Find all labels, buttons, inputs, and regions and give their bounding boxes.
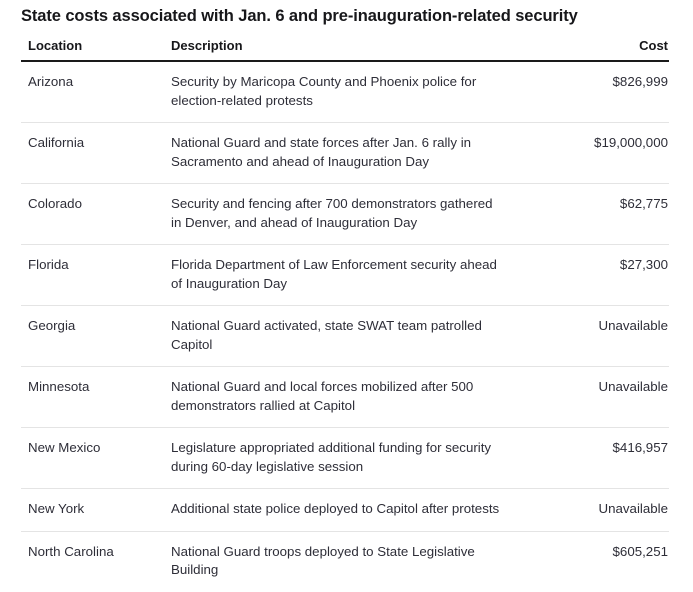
cell-location: New Mexico — [21, 427, 164, 489]
cell-description: National Guard troops deployed to State … — [171, 543, 475, 578]
cell-location: California — [21, 122, 164, 184]
cell-location: Florida — [21, 244, 164, 306]
cell-cost: Unavailable — [522, 305, 669, 367]
cell-description: Security and fencing after 700 demonstra… — [164, 183, 522, 245]
cell-description: Florida Department of Law Enforcement se… — [164, 244, 522, 306]
cell-cost: Unavailable — [522, 366, 669, 428]
table-row: New Mexico Legislature appropriated addit… — [21, 427, 669, 489]
cell-cost: $27,300 — [522, 244, 669, 306]
cell-cost: $826,999 — [522, 61, 669, 123]
column-header-location[interactable]: Location — [21, 38, 164, 62]
table-row: Arizona Security by Maricopa County and P… — [21, 61, 669, 123]
cell-location: Colorado — [21, 183, 164, 245]
cell-description: National Guard and state forces after Ja… — [164, 122, 522, 184]
cell-cost: $62,775 — [522, 183, 669, 245]
table-body: Arizona Security by Maricopa County and P… — [21, 61, 669, 592]
cell-location: North Carolina — [28, 543, 114, 559]
column-header-cost[interactable]: Cost — [522, 38, 669, 62]
table-row: Minnesota National Guard and local forces… — [21, 366, 669, 428]
cell-description: Security by Maricopa County and Phoenix … — [164, 61, 522, 123]
state-costs-table: Location Description Cost Arizona Securit… — [21, 38, 669, 592]
cell-cost: $416,957 — [522, 427, 669, 489]
table-row: Colorado Security and fencing after 700 d… — [21, 183, 669, 245]
table-row: New York Additional state police deployed… — [21, 488, 669, 532]
table-row: California National Guard and state force… — [21, 122, 669, 184]
cell-location: Minnesota — [21, 366, 164, 428]
cell-description: National Guard activated, state SWAT tea… — [164, 305, 522, 367]
table-row: Georgia National Guard activated, state S… — [21, 305, 669, 367]
table-header-row: Location Description Cost — [21, 38, 669, 62]
table-row: Florida Florida Department of Law Enforce… — [21, 244, 669, 306]
cell-location: Georgia — [21, 305, 164, 367]
cell-description: Additional state police deployed to Capi… — [164, 488, 522, 532]
table-header: Location Description Cost — [21, 38, 669, 62]
table-page: State costs associated with Jan. 6 and p… — [0, 0, 693, 577]
page-title: State costs associated with Jan. 6 and p… — [21, 7, 578, 25]
cell-cost: $605,251 — [612, 543, 668, 559]
cell-location: New York — [21, 488, 164, 532]
cell-description: National Guard and local forces mobilize… — [164, 366, 522, 428]
cell-cost: Unavailable — [522, 488, 669, 532]
cell-description: Legislature appropriated additional fund… — [164, 427, 522, 489]
table-row: North Carolina National Guard troops depl… — [21, 531, 669, 592]
cell-location: Arizona — [21, 61, 164, 123]
cell-cost: $19,000,000 — [522, 122, 669, 184]
column-header-description[interactable]: Description — [164, 38, 522, 62]
table-container: Location Description Cost Arizona Securit… — [21, 38, 669, 592]
